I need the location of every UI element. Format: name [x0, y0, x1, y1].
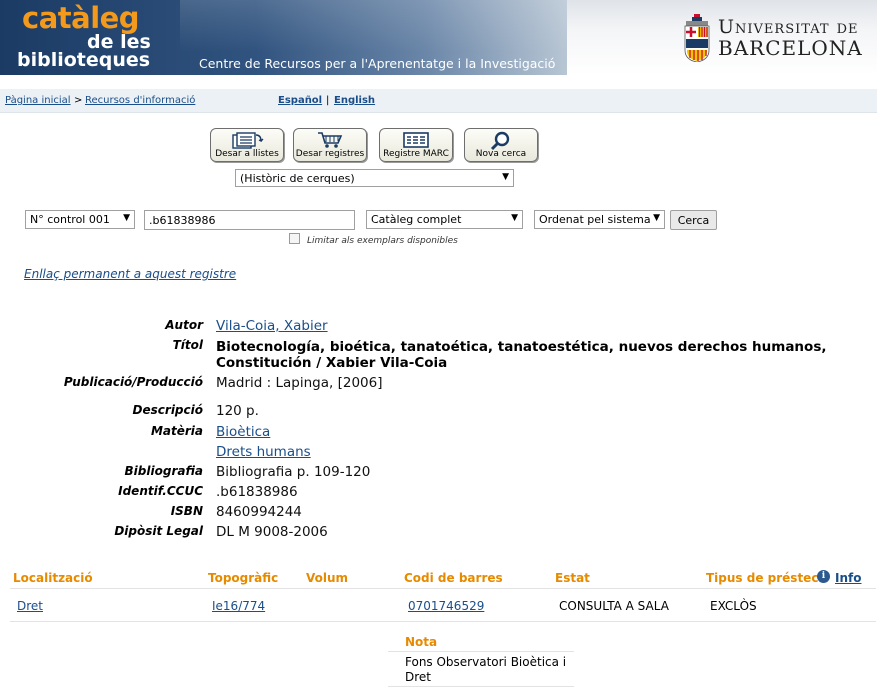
new-search-button[interactable]: Nova cerca	[464, 128, 538, 162]
subject-link-bioethics[interactable]: Bioètica	[216, 424, 270, 440]
save-to-lists-label: Desar a llistes	[215, 149, 279, 159]
save-records-button[interactable]: Desar registres	[293, 128, 367, 162]
search-history-value: (Històric de cerques)	[240, 172, 355, 185]
subject-link-human-rights[interactable]: Drets humans	[216, 444, 311, 460]
holdings-header-callnumber: Topogràfic	[208, 571, 279, 585]
note-bottom-divider	[388, 686, 574, 687]
bibliography-value: Bibliografia p. 109-120	[216, 464, 371, 480]
language-english-link[interactable]: English	[334, 95, 375, 106]
info-link[interactable]: Info	[835, 571, 861, 585]
breadcrumb-separator: >	[74, 95, 83, 106]
legal-deposit-label: Dipòsit Legal	[114, 524, 203, 538]
marc-record-button[interactable]: Registre MARC	[379, 128, 453, 162]
holdings-callnumber-cell: Ie16/774	[212, 599, 265, 613]
save-records-label: Desar registres	[295, 149, 365, 159]
holdings-header-volume: Volum	[306, 571, 349, 585]
holdings-location-cell: Dret	[17, 599, 43, 613]
holdings-barcode-link[interactable]: 0701746529	[408, 599, 484, 613]
search-button[interactable]: Cerca	[670, 210, 717, 230]
note-header: Nota	[405, 635, 438, 649]
holdings-row-divider	[10, 621, 876, 622]
bibliography-label: Bibliografia	[124, 464, 203, 478]
holdings-location-link[interactable]: Dret	[17, 599, 43, 613]
publication-value: Madrid : Lapinga, [2006]	[216, 375, 383, 391]
holdings-header-location: Localització	[13, 571, 93, 585]
author-value: Vila-Coia, Xabier	[216, 318, 328, 334]
subject-label: Matèria	[150, 424, 203, 438]
ccuc-id-value: .b61838986	[216, 484, 298, 500]
language-separator: |	[326, 95, 330, 106]
search-field-value: N° control 001	[30, 213, 110, 226]
holdings-status-cell: CONSULTA A SALA	[559, 599, 669, 613]
search-field-select[interactable]: N° control 001 ▼	[25, 210, 135, 229]
holdings-header-divider	[10, 588, 876, 589]
header-banner: catàleg de les biblioteques Centre de Re…	[0, 0, 877, 75]
new-search-label: Nova cerca	[475, 149, 527, 159]
publication-label: Publicació/Producció	[63, 375, 203, 389]
breadcrumb-resources-link[interactable]: Recursos d'informació	[85, 95, 195, 106]
permanent-link[interactable]: Enllaç permanent a aquest registre	[24, 267, 236, 281]
holdings-loan-type-cell: EXCLÒS	[710, 599, 757, 613]
ccuc-id-label: Identif.CCUC	[118, 484, 203, 498]
catalog-scope-select[interactable]: Catàleg complet ▼	[366, 210, 523, 229]
limit-available-label: Limitar als exemplars disponibles	[307, 236, 458, 246]
subject-value-1: Bioètica	[216, 424, 270, 440]
shopping-cart-icon	[318, 132, 343, 148]
chevron-down-icon: ▼	[123, 213, 130, 223]
catalog-scope-value: Catàleg complet	[371, 213, 462, 226]
author-label: Autor	[165, 318, 203, 332]
holdings-barcode-cell: 0701746529	[408, 599, 484, 613]
description-label: Descripció	[132, 403, 203, 417]
logo-catalog-text: catàleg	[22, 1, 140, 35]
breadcrumb-bar: Pàgina inicial > Recursos d'informació E…	[0, 89, 877, 113]
info-icon[interactable]: i	[817, 570, 830, 583]
holdings-header-status: Estat	[555, 571, 590, 585]
breadcrumb-home-link[interactable]: Pàgina inicial	[5, 95, 71, 106]
note-text: Fons Observatori Bioètica i Dret	[405, 655, 567, 684]
title-label: Títol	[172, 338, 203, 352]
holdings-header-loan-type: Tipus de préstec	[706, 571, 819, 585]
author-link[interactable]: Vila-Coia, Xabier	[216, 318, 328, 334]
marc-record-label: Registre MARC	[383, 149, 449, 159]
description-value: 120 p.	[216, 403, 259, 419]
logo-libraries-text: biblioteques	[17, 49, 151, 71]
sort-order-select[interactable]: Ordenat pel sistema ▼	[534, 210, 665, 229]
isbn-value: 8460994244	[216, 504, 302, 520]
holdings-callnumber-link[interactable]: Ie16/774	[212, 599, 265, 613]
legal-deposit-value: DL M 9008-2006	[216, 524, 328, 540]
crai-subtitle: Centre de Recursos per a l'Aprenentatge …	[199, 56, 556, 71]
university-name-line1: Universitat de	[718, 16, 859, 38]
title-value: Biotecnología, bioética, tanatoética, ta…	[216, 339, 827, 371]
isbn-label: ISBN	[170, 504, 203, 518]
holdings-header-barcode: Codi de barres	[404, 571, 503, 585]
chevron-down-icon: ▼	[653, 213, 660, 223]
university-name-line2: BARCELONA	[718, 36, 863, 60]
university-shield-icon	[684, 14, 710, 62]
magnifier-icon	[490, 131, 510, 151]
search-input[interactable]: .b61838986	[144, 210, 355, 230]
language-spanish-link[interactable]: Español	[278, 95, 322, 106]
chevron-down-icon: ▼	[511, 213, 518, 223]
limit-available-checkbox[interactable]	[289, 233, 300, 244]
subject-value-2: Drets humans	[216, 444, 311, 460]
save-to-lists-button[interactable]: Desar a llistes	[210, 128, 284, 162]
search-input-value: .b61838986	[149, 214, 216, 227]
sort-order-value: Ordenat pel sistema	[539, 213, 651, 226]
marc-table-icon	[403, 132, 429, 148]
chevron-down-icon: ▼	[502, 172, 509, 182]
search-history-select[interactable]: (Històric de cerques) ▼	[235, 169, 514, 187]
list-stack-icon	[232, 132, 264, 149]
note-divider	[388, 651, 574, 652]
